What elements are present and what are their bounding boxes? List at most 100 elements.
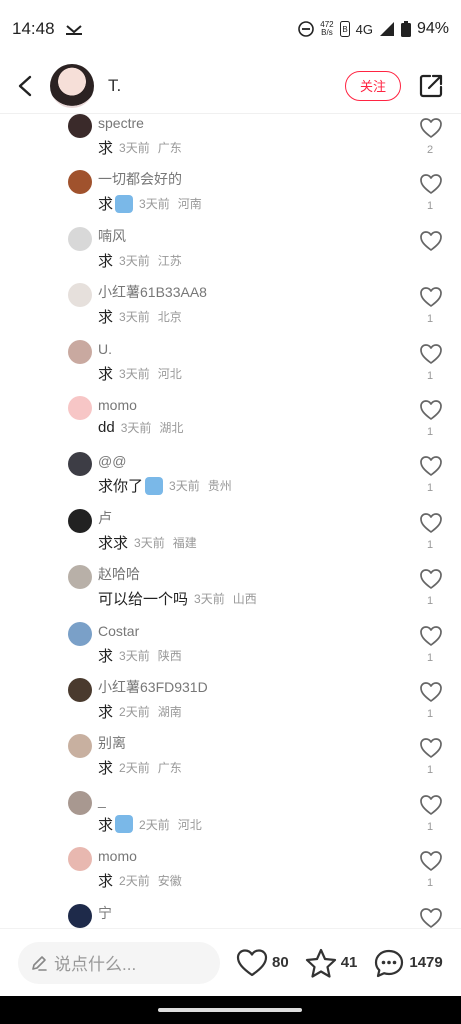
battery-icon [400, 21, 411, 37]
home-gesture-handle[interactable] [158, 1008, 302, 1012]
commenter-name[interactable]: _ [98, 791, 106, 809]
comment-location: 山西 [232, 592, 257, 607]
commenter-name[interactable]: 卢 [98, 509, 112, 527]
commenter-name[interactable]: Costar [98, 622, 139, 640]
comment-like-icon[interactable] [419, 116, 443, 140]
commenter-avatar[interactable] [68, 283, 92, 308]
commenter-avatar[interactable] [68, 226, 92, 251]
share-button[interactable] [407, 62, 455, 110]
author-avatar[interactable] [50, 63, 94, 108]
comment-time: 3天前 [134, 535, 165, 550]
note-header: T. 关注 [0, 58, 461, 114]
comment-like-icon[interactable] [419, 736, 443, 760]
commenter-avatar[interactable] [68, 396, 92, 420]
commenter-avatar[interactable] [68, 847, 92, 872]
commenter-name[interactable]: 小红薯61B33AA8 [98, 283, 207, 301]
comment-time: 3天前 [194, 592, 225, 607]
comment-location: 贵州 [207, 479, 232, 494]
comment-text: 求你了 [98, 478, 144, 496]
commenter-name[interactable]: momo [98, 847, 137, 865]
commenter-avatar[interactable] [68, 170, 92, 195]
commenter-name[interactable]: 赵哈哈 [98, 565, 140, 583]
comment-item[interactable]: 卢求求 3天前 福建 1 [0, 508, 461, 565]
comment-like-icon[interactable] [419, 172, 443, 196]
engagement-bar: 说点什么... 80 41 1479 [0, 928, 461, 996]
commenter-avatar[interactable] [68, 621, 92, 646]
comment-like-icon[interactable] [419, 229, 443, 253]
comment-body: 求 3天前 江苏 [98, 250, 182, 271]
commenter-name[interactable]: momo [98, 396, 137, 414]
commenter-name[interactable]: 别离 [98, 734, 126, 752]
commenter-avatar[interactable] [68, 903, 92, 928]
comment-item[interactable]: momo dd 3天前 湖北 1 [0, 396, 461, 452]
commenter-name[interactable]: 喃风 [98, 227, 126, 245]
commenter-avatar[interactable] [68, 678, 92, 702]
commenter-avatar[interactable] [68, 508, 92, 533]
comment-item[interactable]: 一切都会好的求 3天前 河南 1 [0, 170, 461, 226]
comment-input[interactable]: 说点什么... [18, 941, 220, 984]
sticker-icon [145, 476, 164, 495]
comment-item[interactable]: 小红薯63FD931D 求 2天前 湖南 1 [0, 678, 461, 734]
commenter-avatar[interactable] [68, 452, 92, 477]
comment-time: 3天前 [139, 197, 170, 212]
comment-location: 广东 [157, 141, 182, 155]
comment-like-icon[interactable] [419, 454, 443, 478]
follow-button[interactable]: 关注 [345, 70, 401, 101]
comment-time: 2天前 [119, 761, 150, 776]
comment-like-count: 1 [426, 538, 434, 551]
like-button[interactable]: 80 [236, 948, 289, 978]
comment-like-icon[interactable] [419, 285, 443, 309]
commenter-avatar[interactable] [68, 339, 92, 364]
comment-item[interactable]: 赵哈哈 可以给一个吗 3天前 山西 1 [0, 565, 461, 621]
comment-item[interactable]: Costar 求 3天前 陕西 1 [0, 621, 461, 678]
comment-text: 求 [98, 704, 114, 721]
comment-body: 求你了 3天前 贵州 [98, 475, 232, 496]
back-button[interactable] [2, 62, 50, 110]
comment-like-icon[interactable] [419, 906, 443, 928]
net-speed: 472 B/s [320, 20, 334, 37]
network-type: 4G [355, 21, 373, 37]
commenter-name[interactable]: 宁 [98, 904, 112, 922]
commenter-name[interactable]: @@ [98, 452, 126, 470]
share-icon [419, 74, 443, 97]
comment-like-icon[interactable] [419, 849, 443, 873]
comment-item[interactable]: @@ 求你了 3天前 贵州 1 [0, 452, 461, 508]
commenter-name[interactable]: U. [98, 340, 112, 358]
comment-list[interactable]: spectre 求 3天前 广东 2 一切都会好的求 3天前 河南 1 喃风求 3天前 江苏小红薯61… [0, 114, 461, 928]
favorite-button[interactable]: 41 [305, 948, 357, 978]
commenter-name[interactable]: 小红薯63FD931D [98, 678, 208, 696]
commenter-avatar[interactable] [68, 734, 92, 759]
comment-item[interactable]: 别离求 2天前 广东 1 [0, 734, 461, 790]
comment-location: 广东 [157, 761, 182, 776]
commenter-name[interactable]: spectre [98, 114, 144, 132]
comment-time: 3天前 [119, 310, 150, 325]
status-icons: 472 B/s B 4G 94% [298, 20, 449, 38]
comment-item[interactable]: spectre 求 3天前 广东 2 [0, 114, 461, 170]
comment-item[interactable]: _ 求 2天前 河北 1 [0, 790, 461, 847]
comment-item[interactable]: U. 求 3天前 河北 1 [0, 339, 461, 396]
comment-body: 求 2天前 湖南 [98, 701, 182, 722]
commenter-avatar[interactable] [68, 790, 92, 815]
comment-like-icon[interactable] [419, 567, 443, 591]
commenter-avatar[interactable] [68, 565, 92, 590]
comment-item[interactable]: momo 求 2天前 安徽 1 [0, 847, 461, 903]
comment-like-count: 1 [426, 369, 434, 382]
comment-body: 可以给一个吗 3天前 山西 [98, 588, 257, 609]
comment-item[interactable]: 喃风求 3天前 江苏 [0, 226, 461, 283]
comment-location: 湖南 [157, 705, 182, 719]
comment-item[interactable]: 小红薯61B33AA8 求 3天前 北京 1 [0, 283, 461, 339]
comment-like-icon[interactable] [419, 793, 443, 817]
comment-like-icon[interactable] [419, 680, 443, 704]
heart-icon [236, 948, 268, 976]
comment-item[interactable]: 宁求 [0, 903, 461, 928]
comment-button[interactable]: 1479 [373, 948, 443, 978]
author-name[interactable]: T. [108, 76, 121, 96]
comment-like-count: 1 [426, 482, 434, 495]
comment-like-icon[interactable] [419, 511, 443, 535]
comment-like-icon[interactable] [419, 398, 443, 422]
commenter-name[interactable]: 一切都会好的 [98, 170, 182, 188]
comment-like-icon[interactable] [419, 624, 443, 648]
commenter-avatar[interactable] [68, 114, 92, 138]
comment-like-icon[interactable] [419, 342, 443, 366]
comment-location: 福建 [172, 535, 197, 550]
